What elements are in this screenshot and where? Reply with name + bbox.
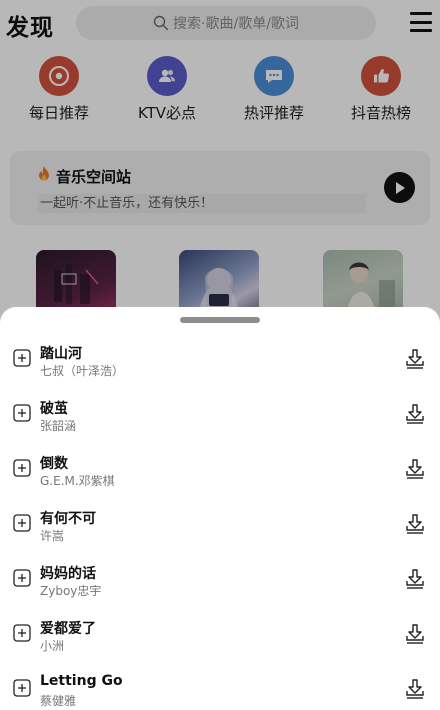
song-artist: 张韶涵 xyxy=(40,419,77,433)
song-artist: 许嵩 xyxy=(40,529,65,543)
download-icon[interactable] xyxy=(403,622,427,646)
song-artist: 蔡健雅 xyxy=(40,694,77,708)
song-title: 妈妈的话 xyxy=(40,566,96,582)
song-row[interactable]: 倒数 G.E.M.邓紫棋 xyxy=(0,443,440,498)
song-row[interactable]: 破茧 张韶涵 xyxy=(0,388,440,443)
add-to-playlist-icon[interactable] xyxy=(13,624,31,642)
song-title: 破茧 xyxy=(40,401,68,417)
download-icon[interactable] xyxy=(403,347,427,371)
drag-handle[interactable] xyxy=(180,317,260,323)
download-icon[interactable] xyxy=(403,402,427,426)
download-icon[interactable] xyxy=(403,677,427,701)
add-to-playlist-icon[interactable] xyxy=(13,349,31,367)
add-to-playlist-icon[interactable] xyxy=(13,514,31,532)
song-artist: 小洲 xyxy=(40,639,65,653)
add-to-playlist-icon[interactable] xyxy=(13,459,31,477)
song-title: 倒数 xyxy=(40,456,68,472)
add-to-playlist-icon[interactable] xyxy=(13,569,31,587)
song-list-sheet: 踏山河 七叔（叶泽浩） 破茧 张韶涵 倒数 G.E.M.邓紫棋 有何不可 许嵩 妈妈的话 Zybo… xyxy=(0,307,440,710)
song-artist: G.E.M.邓紫棋 xyxy=(40,474,115,488)
song-row[interactable]: 踏山河七叔（叶泽浩） xyxy=(0,333,440,388)
add-to-playlist-icon[interactable] xyxy=(13,679,31,697)
download-icon[interactable] xyxy=(403,567,427,591)
add-to-playlist-icon[interactable] xyxy=(13,404,31,422)
song-row[interactable]: Letting Go 蔡健雅 xyxy=(0,663,440,710)
download-icon[interactable] xyxy=(403,512,427,536)
song-title: 踏山河 xyxy=(40,346,82,362)
song-title: 爱都爱了 xyxy=(40,621,96,637)
download-icon[interactable] xyxy=(403,457,427,481)
song-artist: Zyboy忠宇 xyxy=(40,584,102,598)
song-list: 踏山河 七叔（叶泽浩） 破茧 张韶涵 倒数 G.E.M.邓紫棋 有何不可 许嵩 妈妈的话 Zybo… xyxy=(0,333,440,710)
song-title: Letting Go xyxy=(40,673,123,689)
song-artist: 七叔（叶泽浩） xyxy=(40,364,125,378)
song-row[interactable]: 妈妈的话 Zyboy忠宇 xyxy=(0,553,440,608)
song-row[interactable]: 爱都爱了 小洲 xyxy=(0,608,440,663)
song-row[interactable]: 有何不可 许嵩 xyxy=(0,498,440,553)
song-title: 有何不可 xyxy=(40,511,96,527)
